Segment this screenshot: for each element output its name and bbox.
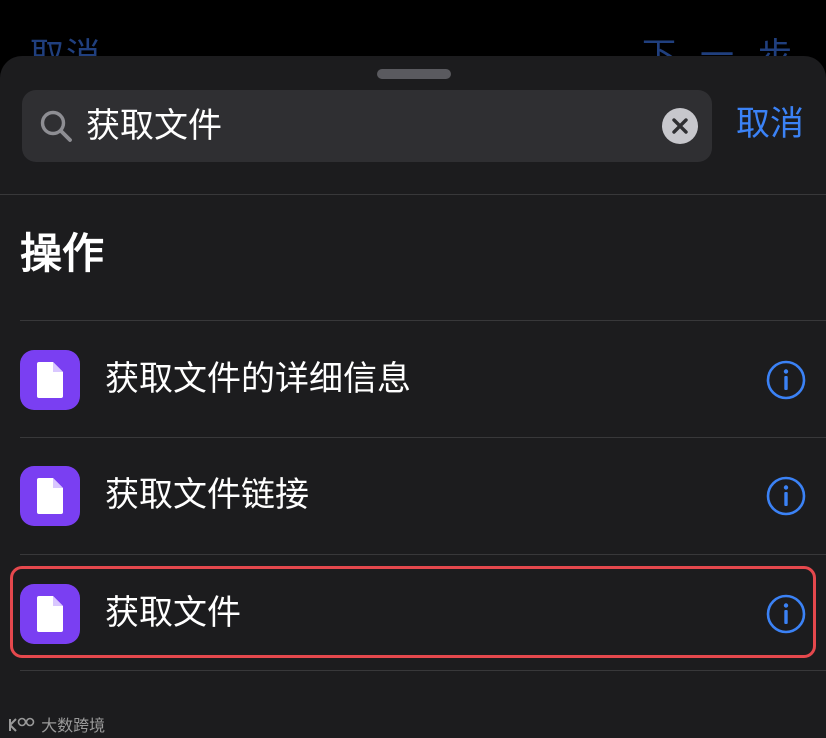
document-icon (20, 350, 80, 410)
row-divider (20, 670, 826, 671)
action-label: 获取文件的详细信息 (105, 359, 411, 399)
info-icon[interactable] (766, 360, 806, 400)
row-divider (20, 554, 826, 555)
watermark-logo-icon (9, 717, 35, 732)
screen: 取消 下一步 获取文件 取消 操作 (0, 0, 826, 738)
section-title: 操作 (20, 229, 105, 278)
search-icon (38, 108, 74, 144)
action-row-get-file-link[interactable]: 获取文件链接 (0, 438, 826, 554)
cancel-button[interactable]: 取消 (736, 102, 804, 146)
watermark-text: 大数跨境 (41, 716, 106, 735)
clear-search-button[interactable] (662, 108, 698, 144)
action-row-get-file-details[interactable]: 获取文件的详细信息 (0, 322, 826, 438)
search-input[interactable]: 获取文件 (86, 104, 222, 148)
document-icon (20, 466, 80, 526)
highlight-box (10, 566, 816, 658)
action-label: 获取文件链接 (105, 475, 309, 515)
sheet-grabber[interactable] (377, 69, 451, 79)
section-divider (20, 320, 826, 321)
watermark: 大数跨境 (8, 712, 105, 736)
info-icon[interactable] (766, 476, 806, 516)
search-field[interactable]: 获取文件 (22, 90, 712, 162)
close-icon (672, 118, 688, 134)
header-divider (0, 194, 826, 195)
